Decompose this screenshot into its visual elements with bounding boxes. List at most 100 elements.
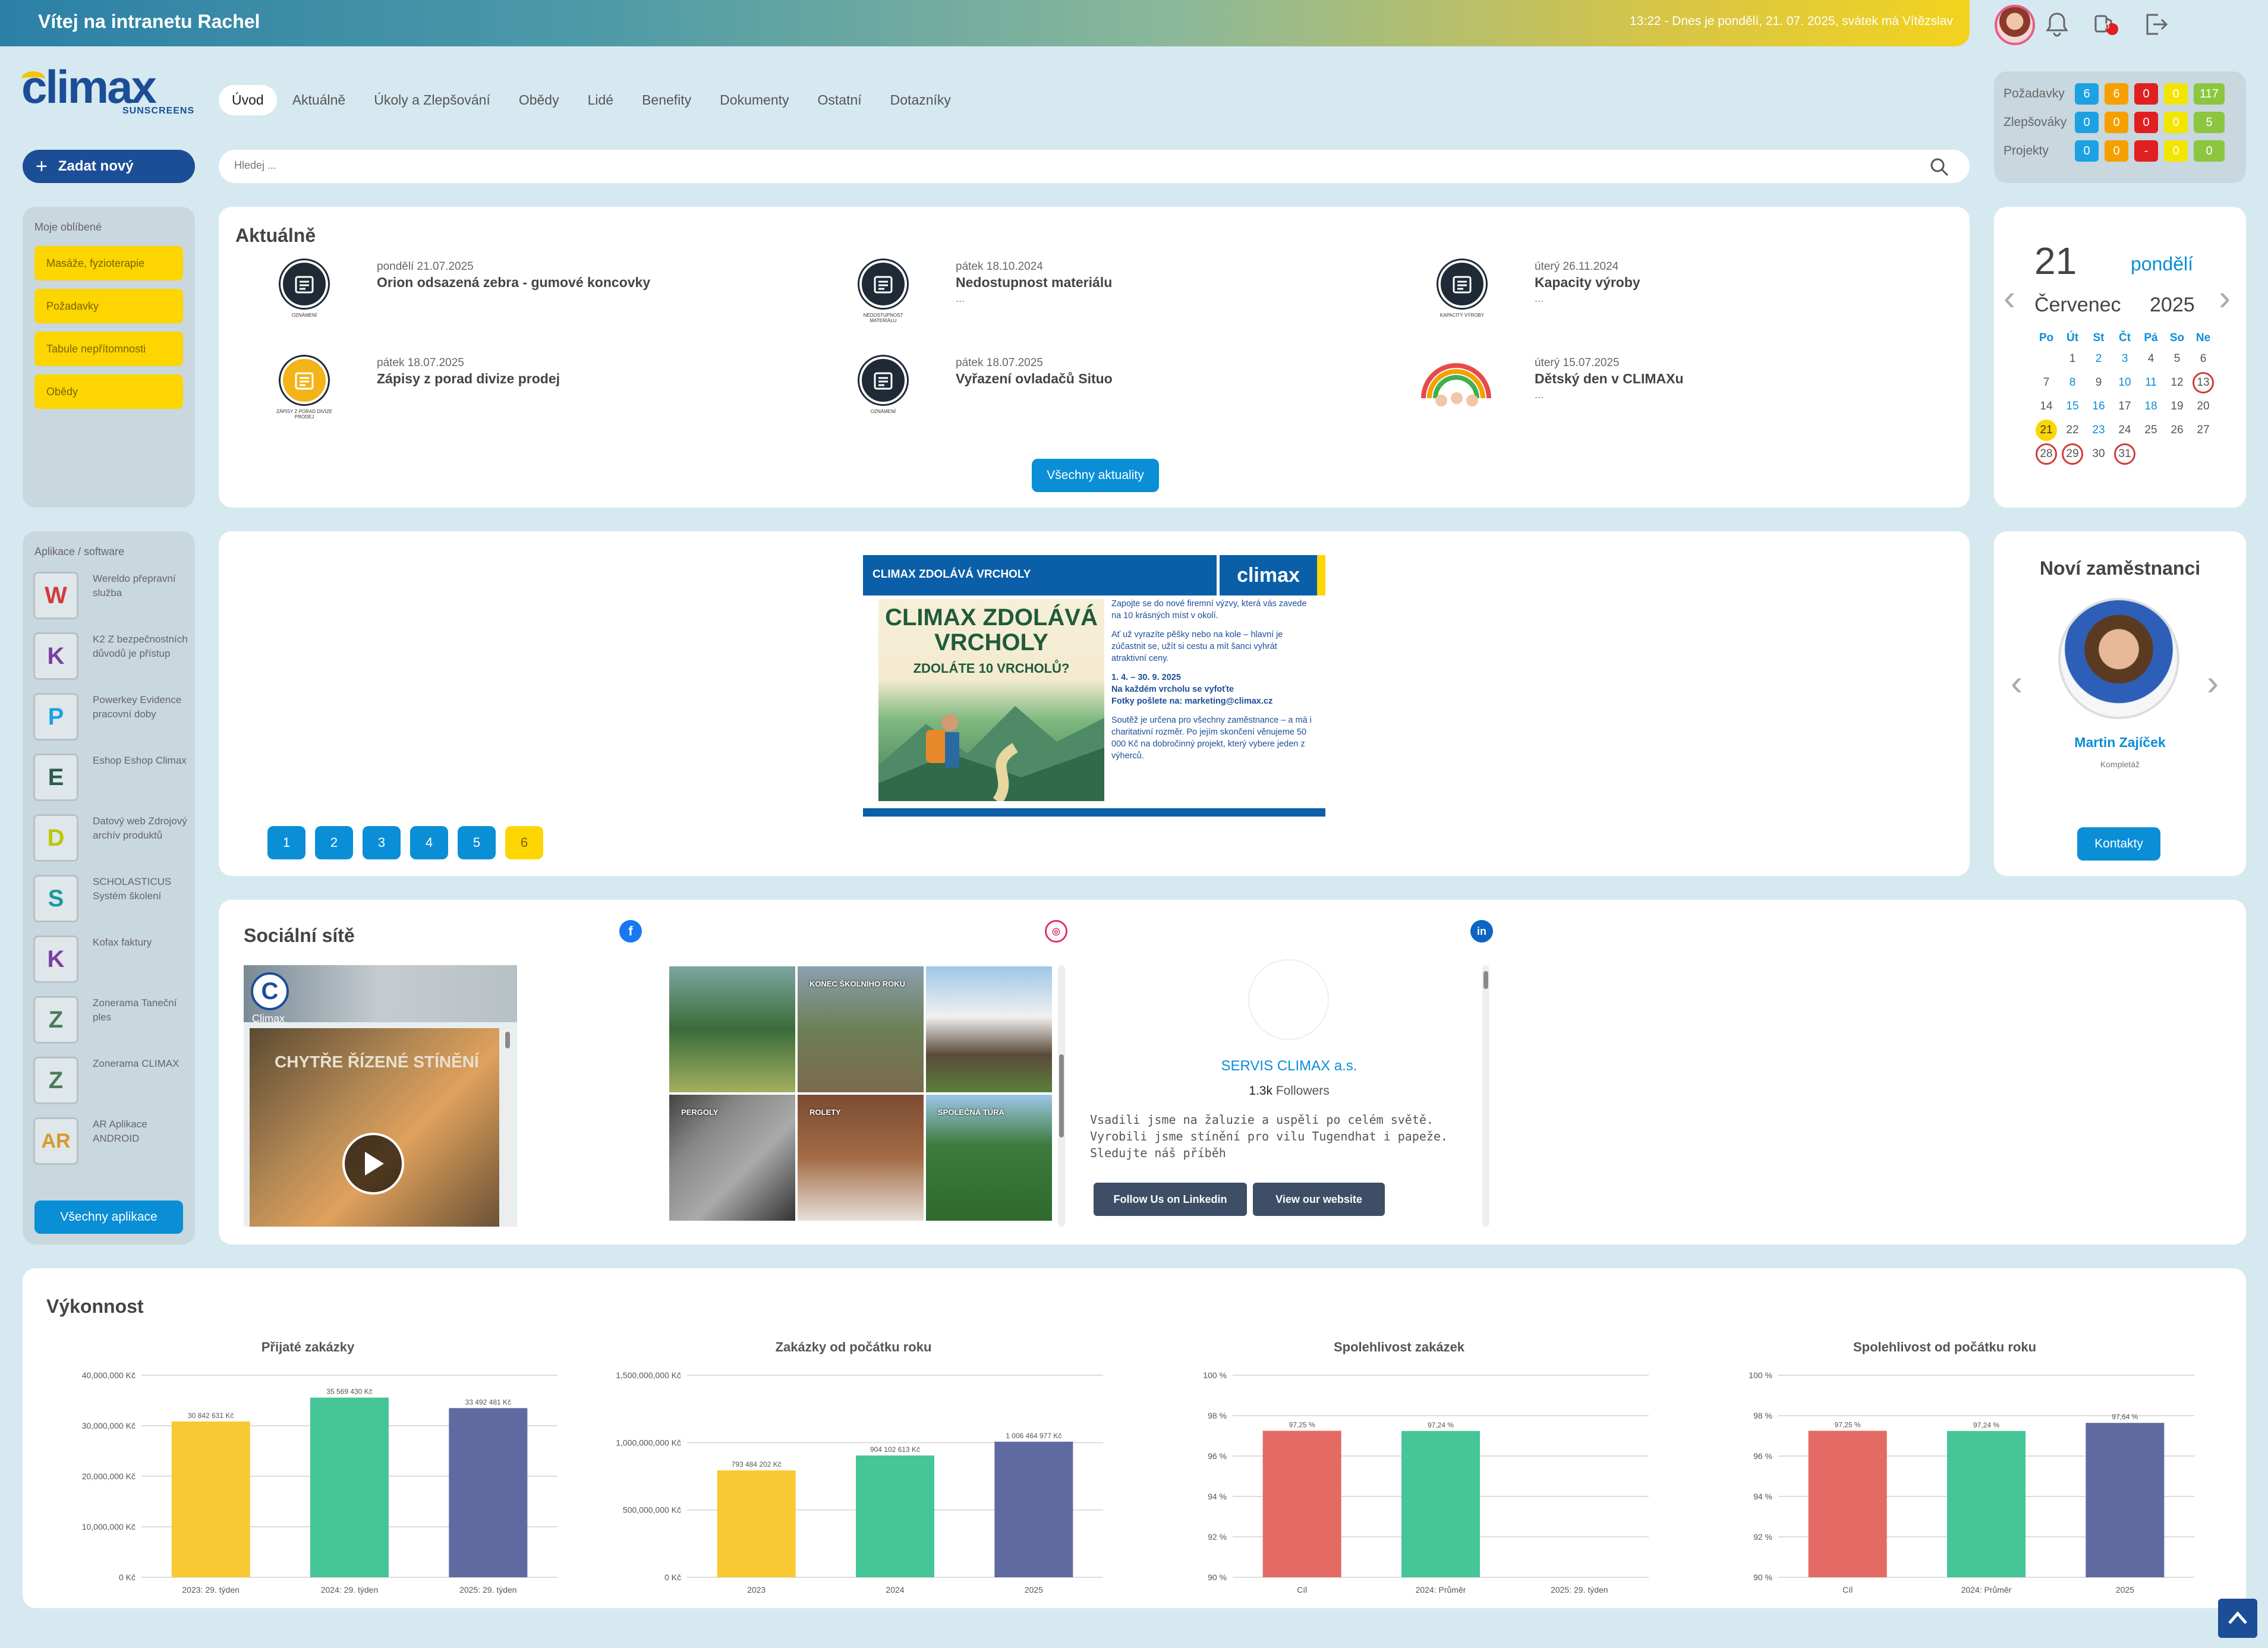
search-icon[interactable] <box>1929 157 1949 181</box>
app-item[interactable]: K K2 Z bezpečnostních důvodů je přístup <box>33 626 188 686</box>
calendar-cell[interactable]: 12 <box>2164 371 2190 395</box>
all-news-button[interactable]: Všechny aktuality <box>1032 459 1159 492</box>
linkedin-company-name[interactable]: SERVIS CLIMAX a.s. <box>1090 1058 1488 1074</box>
calendar-cell[interactable]: 11 <box>2138 371 2164 395</box>
instagram-post[interactable]: ROLETY <box>798 1095 924 1221</box>
employee-prev-icon[interactable]: ‹ <box>2011 662 2023 703</box>
news-title[interactable]: Kapacity výroby <box>1535 275 1640 291</box>
news-title[interactable]: Vyřazení ovladačů Situo <box>956 371 1113 387</box>
calendar-cell[interactable]: 7 <box>2033 371 2059 395</box>
calendar-cell[interactable]: 4 <box>2138 347 2164 371</box>
favorite-item[interactable]: Obědy <box>34 374 183 409</box>
notifications-icon[interactable]: 0 <box>2087 6 2124 43</box>
counter-badge[interactable]: 0 <box>2194 140 2225 162</box>
counter-badge[interactable]: 6 <box>2105 83 2128 105</box>
promo-poster[interactable]: CLIMAX ZDOLÁVÁ VRCHOLY climax CLIMAX ZDO… <box>863 555 1325 817</box>
bar[interactable] <box>994 1441 1073 1577</box>
employee-next-icon[interactable]: › <box>2207 662 2219 703</box>
nav-dotazniky[interactable]: Dotazníky <box>877 85 964 115</box>
instagram-scrollbar[interactable] <box>1058 965 1065 1227</box>
instagram-post[interactable]: SPOLEČNÁ TÚRA <box>926 1095 1052 1221</box>
calendar-cell[interactable]: 23 <box>2086 418 2112 442</box>
nav-ukoly[interactable]: Úkoly a Zlepšování <box>361 85 503 115</box>
calendar-cell[interactable]: 6 <box>2190 347 2216 371</box>
news-item[interactable]: NEDOSTUPNOST MATERIÁLU pátek 18.10.2024 Ne… <box>855 260 1390 349</box>
search-input[interactable] <box>234 159 1898 172</box>
news-item[interactable]: OZNÁMENÍ pátek 18.07.2025 Vyřazení ovladač… <box>855 357 1390 446</box>
counter-badge[interactable]: 0 <box>2134 112 2158 133</box>
app-item[interactable]: K Kofax faktury <box>33 929 188 989</box>
calendar-cell[interactable]: 15 <box>2059 395 2086 418</box>
add-new-button[interactable]: + Zadat nový <box>23 150 195 183</box>
instagram-post[interactable] <box>926 966 1052 1092</box>
instagram-icon[interactable]: ◎ <box>1045 920 1067 943</box>
app-item[interactable]: AR AR Aplikace ANDROID <box>33 1111 188 1171</box>
facebook-scrollbar[interactable] <box>504 1028 511 1227</box>
calendar-cell[interactable]: 16 <box>2086 395 2112 418</box>
news-title[interactable]: Dětský den v CLIMAXu <box>1535 371 1684 387</box>
app-item[interactable]: E Eshop Eshop Climax <box>33 748 188 807</box>
news-item[interactable]: ZÁPISY Z PORAD DIVIZE PRODEJ pátek 18.07.… <box>276 357 811 446</box>
bar[interactable] <box>1401 1430 1480 1577</box>
calendar-cell[interactable]: 29 <box>2062 443 2083 465</box>
carousel-page-button[interactable]: 5 <box>458 826 496 859</box>
all-apps-button[interactable]: Všechny aplikace <box>34 1200 183 1234</box>
counter-badge[interactable]: 0 <box>2075 112 2099 133</box>
instagram-post[interactable] <box>669 966 795 1092</box>
calendar-cell[interactable]: 31 <box>2114 443 2135 465</box>
calendar-cell[interactable]: 22 <box>2059 418 2086 442</box>
calendar-cell[interactable]: 28 <box>2036 443 2057 465</box>
follow-linkedin-button[interactable]: Follow Us on Linkedin <box>1094 1183 1247 1216</box>
news-title[interactable]: Zápisy z porad divize prodej <box>377 371 560 387</box>
counter-badge[interactable]: 0 <box>2164 112 2188 133</box>
nav-benefity[interactable]: Benefity <box>629 85 704 115</box>
instagram-post[interactable]: PERGOLY <box>669 1095 795 1221</box>
calendar-cell[interactable]: 14 <box>2033 395 2059 418</box>
counter-badge[interactable]: 0 <box>2075 140 2099 162</box>
calendar-cell[interactable]: 30 <box>2086 442 2112 466</box>
calendar-cell[interactable]: 10 <box>2112 371 2138 395</box>
bell-icon[interactable] <box>2039 6 2075 43</box>
counter-badge[interactable]: 6 <box>2075 83 2099 105</box>
news-item[interactable]: úterý 15.07.2025 Dětský den v CLIMAXu... <box>1418 357 1968 446</box>
calendar-cell[interactable]: 26 <box>2164 418 2190 442</box>
favorite-item[interactable]: Požadavky <box>34 289 183 323</box>
bar[interactable] <box>310 1397 389 1577</box>
calendar-cell[interactable]: 21 <box>2036 420 2057 441</box>
calendar-cell[interactable]: 1 <box>2059 347 2086 371</box>
nav-lide[interactable]: Lidé <box>575 85 626 115</box>
app-item[interactable]: P Powerkey Evidence pracovní doby <box>33 687 188 746</box>
app-item[interactable]: S SCHOLASTICUS Systém školení <box>33 869 188 928</box>
counter-badge[interactable]: 0 <box>2105 140 2128 162</box>
counter-badge[interactable]: 0 <box>2134 83 2158 105</box>
nav-ostatni[interactable]: Ostatní <box>805 85 875 115</box>
bar[interactable] <box>2086 1423 2165 1577</box>
calendar-cell[interactable]: 25 <box>2138 418 2164 442</box>
nav-dokumenty[interactable]: Dokumenty <box>707 85 802 115</box>
climax-logo[interactable]: climax SUNSCREENS <box>21 63 194 122</box>
facebook-feed[interactable]: C Climax CHYTŘE ŘÍZENÉ STÍNĚNÍ <box>244 965 517 1227</box>
calendar-prev-icon[interactable]: ‹ <box>2004 277 2015 318</box>
bar[interactable] <box>856 1455 934 1577</box>
carousel-page-button[interactable]: 4 <box>410 826 448 859</box>
bar[interactable] <box>1808 1430 1887 1578</box>
calendar-cell[interactable]: 3 <box>2112 347 2138 371</box>
counter-badge[interactable]: 5 <box>2194 112 2225 133</box>
calendar-next-icon[interactable]: › <box>2219 277 2231 318</box>
facebook-icon[interactable]: f <box>619 920 642 943</box>
counter-badge[interactable]: 117 <box>2194 83 2225 105</box>
calendar-cell[interactable]: 19 <box>2164 395 2190 418</box>
bar[interactable] <box>717 1470 796 1577</box>
favorite-item[interactable]: Masáže, fyzioterapie <box>34 246 183 281</box>
scroll-top-button[interactable] <box>2218 1599 2257 1638</box>
nav-uvod[interactable]: Úvod <box>219 84 277 115</box>
employee-name[interactable]: Martin Zajíček <box>1994 735 2246 751</box>
calendar-cell[interactable]: 8 <box>2059 371 2086 395</box>
instagram-post[interactable]: KONEC ŠKOLNÍHO ROKU <box>798 966 924 1092</box>
bar[interactable] <box>171 1421 250 1577</box>
linkedin-scrollbar[interactable] <box>1482 965 1489 1227</box>
calendar-cell[interactable]: 20 <box>2190 395 2216 418</box>
counter-badge[interactable]: 0 <box>2164 83 2188 105</box>
linkedin-icon[interactable]: in <box>1470 920 1493 943</box>
counter-badge[interactable]: - <box>2134 140 2158 162</box>
